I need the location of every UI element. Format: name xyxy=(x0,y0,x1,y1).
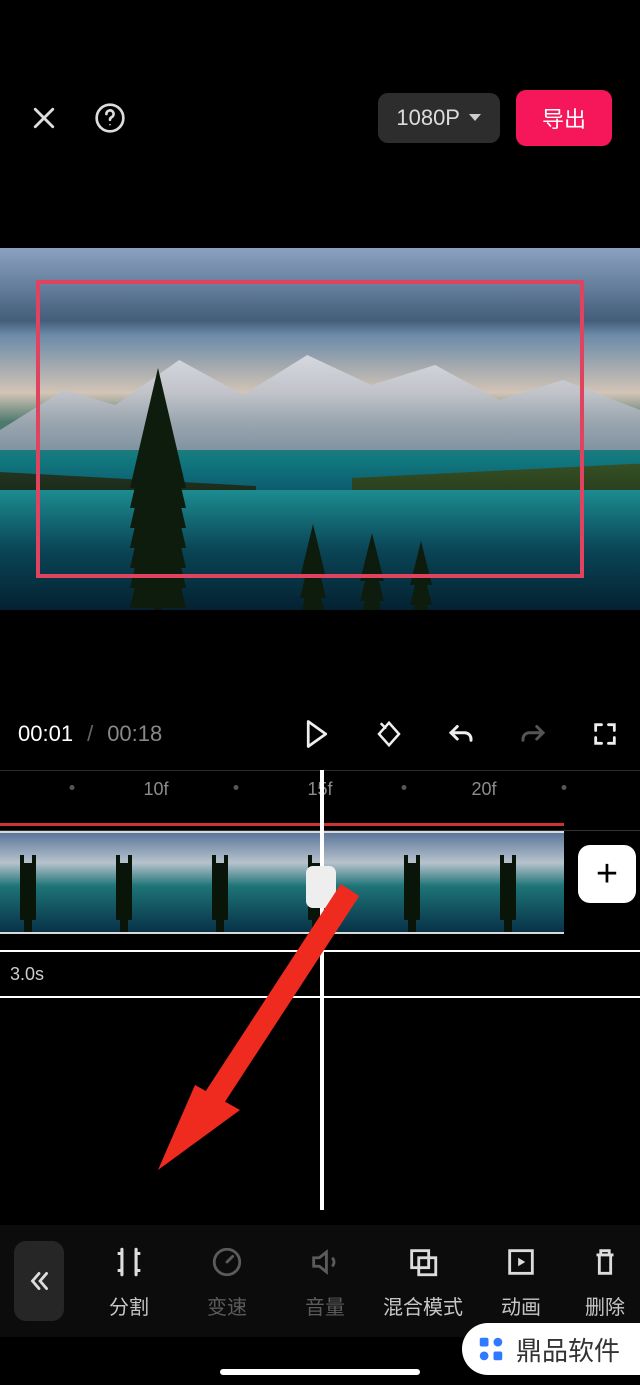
playhead-handle[interactable] xyxy=(306,866,336,908)
track-indicator xyxy=(0,823,564,826)
tool-label: 动画 xyxy=(501,1291,541,1320)
tool-motion[interactable]: 动画 xyxy=(472,1243,570,1320)
ruler-mark: 20f xyxy=(471,779,496,800)
play-button[interactable] xyxy=(300,717,334,751)
top-bar-right: 1080P 导出 xyxy=(378,90,612,146)
speed-icon xyxy=(210,1245,244,1279)
clip-thumbnail xyxy=(96,833,192,932)
export-label: 导出 xyxy=(542,107,586,132)
watermark-logo-icon xyxy=(476,1334,506,1364)
volume-icon xyxy=(308,1245,342,1279)
bottom-toolbar: 分割 变速 音量 混合模式 动画 删除 xyxy=(0,1225,640,1337)
redo-icon xyxy=(518,719,548,749)
delete-icon xyxy=(588,1245,622,1279)
clip-thumbnail xyxy=(288,833,384,932)
tool-volume[interactable]: 音量 xyxy=(276,1243,374,1320)
close-icon xyxy=(29,103,59,133)
clip-thumbnail xyxy=(384,833,480,932)
fullscreen-icon xyxy=(591,720,619,748)
tool-label: 分割 xyxy=(109,1291,149,1320)
fullscreen-button[interactable] xyxy=(588,717,622,751)
clip-thumbnail xyxy=(480,833,564,932)
video-preview[interactable] xyxy=(0,248,640,610)
top-bar: 1080P 导出 xyxy=(0,94,640,142)
tool-label: 音量 xyxy=(305,1291,345,1320)
time-separator: / xyxy=(83,721,97,747)
crop-selection[interactable] xyxy=(36,280,584,578)
tool-blend[interactable]: 混合模式 xyxy=(374,1243,472,1320)
resolution-selector[interactable]: 1080P xyxy=(378,93,500,143)
tool-label: 删除 xyxy=(585,1291,625,1320)
keyframe-icon xyxy=(374,719,404,749)
add-clip-button[interactable]: + xyxy=(578,845,636,903)
redo-button[interactable] xyxy=(516,717,550,751)
home-indicator xyxy=(220,1369,420,1375)
chevron-left-double-icon xyxy=(26,1268,52,1294)
top-bar-left xyxy=(28,102,126,134)
playhead[interactable] xyxy=(320,770,324,1210)
undo-button[interactable] xyxy=(444,717,478,751)
undo-icon xyxy=(446,719,476,749)
tool-speed[interactable]: 变速 xyxy=(178,1243,276,1320)
help-button[interactable] xyxy=(94,102,126,134)
blend-icon xyxy=(406,1245,440,1279)
tool-split[interactable]: 分割 xyxy=(80,1243,178,1320)
help-icon xyxy=(94,102,126,134)
export-button[interactable]: 导出 xyxy=(516,90,612,146)
video-clip[interactable] xyxy=(0,831,564,934)
clip-thumbnail xyxy=(192,833,288,932)
watermark-badge: 鼎品软件 xyxy=(462,1323,640,1375)
ruler-mark: 10f xyxy=(143,779,168,800)
split-icon xyxy=(112,1245,146,1279)
overlay-duration: 3.0s xyxy=(10,964,44,985)
collapse-toolbar-button[interactable] xyxy=(14,1241,64,1321)
chevron-down-icon xyxy=(468,113,482,123)
clip-thumbnail xyxy=(0,833,96,932)
timeline[interactable]: 10f 15f 20f + 3.0s xyxy=(0,770,640,1210)
tool-label: 混合模式 xyxy=(383,1291,463,1320)
tool-delete[interactable]: 删除 xyxy=(570,1243,640,1320)
motion-icon xyxy=(504,1245,538,1279)
resolution-label: 1080P xyxy=(396,105,460,131)
time-total: 00:18 xyxy=(107,721,162,747)
time-current: 00:01 xyxy=(18,721,73,747)
watermark-text: 鼎品软件 xyxy=(516,1331,620,1368)
playback-bar: 00:01 / 00:18 xyxy=(0,712,640,756)
tool-label: 变速 xyxy=(207,1291,247,1320)
plus-icon: + xyxy=(596,853,618,896)
close-button[interactable] xyxy=(28,102,60,134)
keyframe-button[interactable] xyxy=(372,717,406,751)
play-icon xyxy=(304,719,330,749)
